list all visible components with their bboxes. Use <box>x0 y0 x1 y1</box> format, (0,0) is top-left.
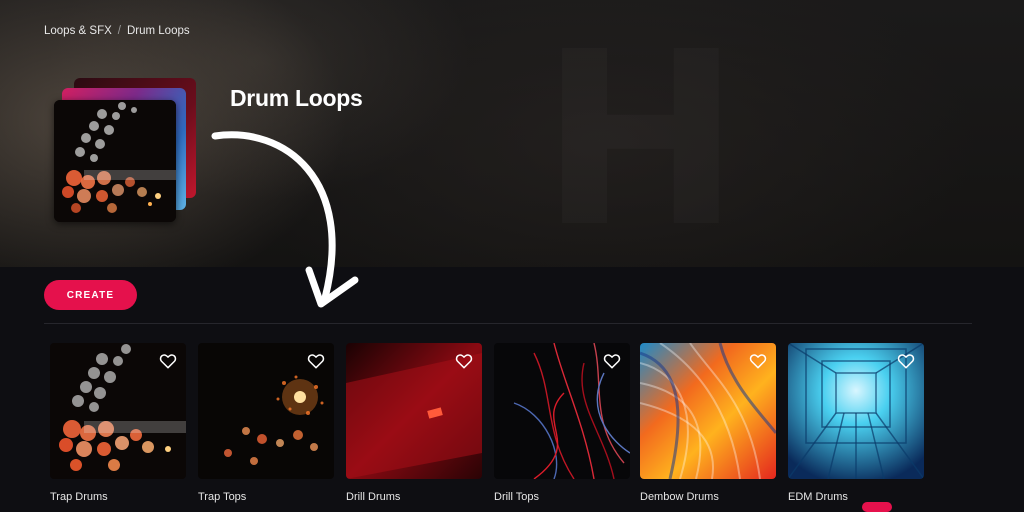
page-title: Drum Loops <box>230 85 363 112</box>
create-button[interactable]: CREATE <box>44 280 137 310</box>
breadcrumb-separator: / <box>117 25 121 37</box>
pack-card-trap-drums[interactable]: Trap Drums <box>50 343 186 507</box>
pack-card-dembow-drums[interactable]: Dembow Drums <box>640 343 776 507</box>
pack-card-edm-drums[interactable]: EDM Drums <box>788 343 924 507</box>
pack-title[interactable]: Trap Drums <box>50 491 108 503</box>
heart-outline-icon[interactable] <box>602 351 622 371</box>
heart-outline-icon[interactable] <box>454 351 474 371</box>
pack-title[interactable]: Dembow Drums <box>640 491 719 503</box>
heart-outline-icon[interactable] <box>896 351 916 371</box>
heart-outline-icon[interactable] <box>158 351 178 371</box>
breadcrumb: Loops & SFX / Drum Loops <box>44 25 190 37</box>
pack-title[interactable]: Drill Tops <box>494 491 539 503</box>
pack-card-trap-tops[interactable]: Trap Tops <box>198 343 334 507</box>
category-artwork-stack <box>50 76 210 226</box>
heart-outline-icon[interactable] <box>748 351 768 371</box>
pack-card-drill-drums[interactable]: Drill Drums <box>346 343 482 507</box>
section-divider <box>44 323 972 324</box>
breadcrumb-item-loops-sfx[interactable]: Loops & SFX <box>44 25 112 37</box>
artwork-card-front <box>54 100 176 222</box>
pack-title[interactable]: EDM Drums <box>788 491 848 503</box>
hero-background-art: ᕼ <box>540 20 735 260</box>
annotation-arrow-icon <box>211 131 359 308</box>
floating-action-hint[interactable] <box>862 502 892 512</box>
heart-outline-icon[interactable] <box>306 351 326 371</box>
breadcrumb-item-drum-loops[interactable]: Drum Loops <box>127 25 190 37</box>
pack-card-drill-tops[interactable]: Drill Tops <box>494 343 630 507</box>
pack-title[interactable]: Trap Tops <box>198 491 246 503</box>
pack-title[interactable]: Drill Drums <box>346 491 400 503</box>
